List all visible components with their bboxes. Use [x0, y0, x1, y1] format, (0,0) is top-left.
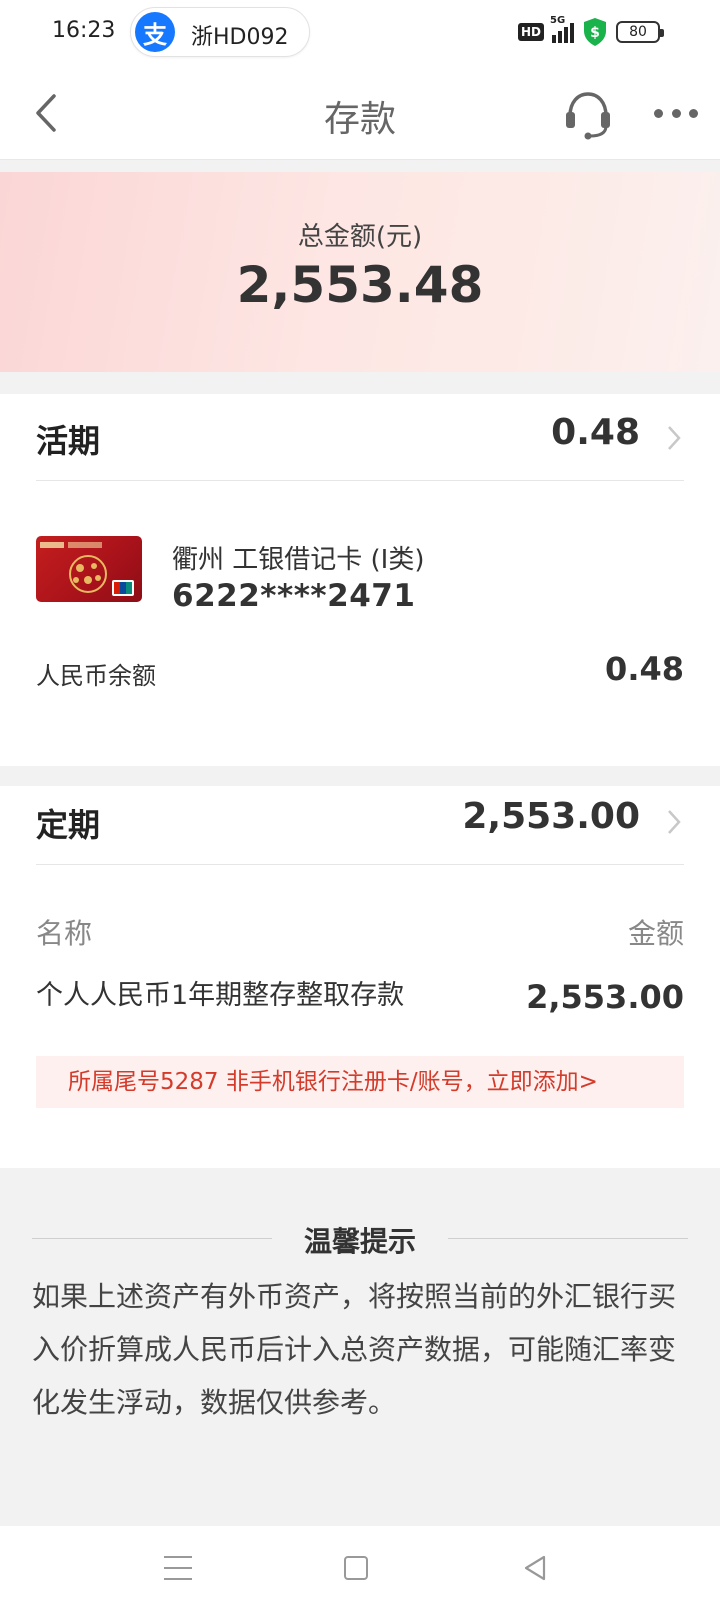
divider [448, 1238, 688, 1239]
recent-apps-icon[interactable] [164, 1556, 192, 1580]
status-bar: 16:23 支 浙HD092 HD 5G $ 80 [0, 0, 720, 66]
deposit-product-amount: 2,553.00 [526, 978, 684, 1016]
total-banner: 总金额(元) 2,553.48 [0, 172, 720, 372]
fixed-deposit-section: 定期 2,553.00 名称 金额 个人人民币1年期整存整取存款 2,553.0… [0, 786, 720, 1168]
status-time: 16:23 [52, 18, 116, 43]
fixed-title: 定期 [36, 806, 101, 844]
add-account-notice-link[interactable]: 所属尾号5287 非手机银行注册卡/账号，立即添加> [36, 1056, 684, 1108]
security-shield-icon: $ [584, 18, 606, 46]
demand-deposit-section: 活期 0.48 衢州 工银借记卡 (I类) 6222****2471 人民币余额… [0, 394, 720, 766]
alipay-floating-pill[interactable]: 支 浙HD092 [130, 7, 310, 57]
chevron-right-icon[interactable] [666, 424, 682, 452]
tips-header: 温馨提示 [32, 1218, 688, 1258]
divider [36, 480, 684, 481]
divider [36, 864, 684, 865]
deposit-product-name[interactable]: 个人人民币1年期整存整取存款 [36, 978, 426, 1014]
battery-icon: 80 [616, 21, 664, 43]
bank-card-number: 6222****2471 [172, 578, 416, 614]
hd-icon: HD [517, 23, 544, 41]
column-header-amount: 金额 [627, 917, 684, 950]
bank-card-image [36, 536, 142, 602]
alipay-icon: 支 [135, 12, 175, 52]
status-icons: HD 5G $ 80 [517, 15, 664, 48]
home-icon[interactable] [344, 1556, 368, 1580]
tips-text: 如果上述资产有外币资产，将按照当前的外汇银行买入价折算成人民币后计入总资产数据，… [32, 1280, 677, 1419]
total-amount: 2,553.48 [236, 256, 484, 314]
bank-card-name: 衢州 工银借记卡 (I类) [172, 545, 425, 575]
svg-text:$: $ [590, 25, 600, 41]
headset-icon[interactable] [562, 88, 614, 142]
chevron-right-icon[interactable] [666, 808, 682, 836]
icbc-card-art [40, 542, 134, 596]
more-dots-icon[interactable] [654, 106, 698, 120]
demand-title: 活期 [36, 422, 101, 460]
fixed-amount[interactable]: 2,553.00 [462, 796, 640, 837]
total-label: 总金额(元) [297, 222, 423, 252]
alipay-pill-text: 浙HD092 [191, 25, 289, 50]
demand-amount[interactable]: 0.48 [551, 412, 640, 453]
rmb-balance-label: 人民币余额 [36, 662, 156, 690]
system-navigation-bar [0, 1526, 720, 1612]
rmb-balance-value: 0.48 [605, 650, 684, 688]
nav-bar: 存款 [0, 66, 720, 160]
network-type: 5G [550, 15, 566, 26]
column-header-name: 名称 [36, 917, 93, 950]
tips-title: 温馨提示 [303, 1225, 416, 1258]
system-back-icon[interactable] [522, 1554, 548, 1582]
signal-5g-icon: 5G [550, 15, 574, 43]
